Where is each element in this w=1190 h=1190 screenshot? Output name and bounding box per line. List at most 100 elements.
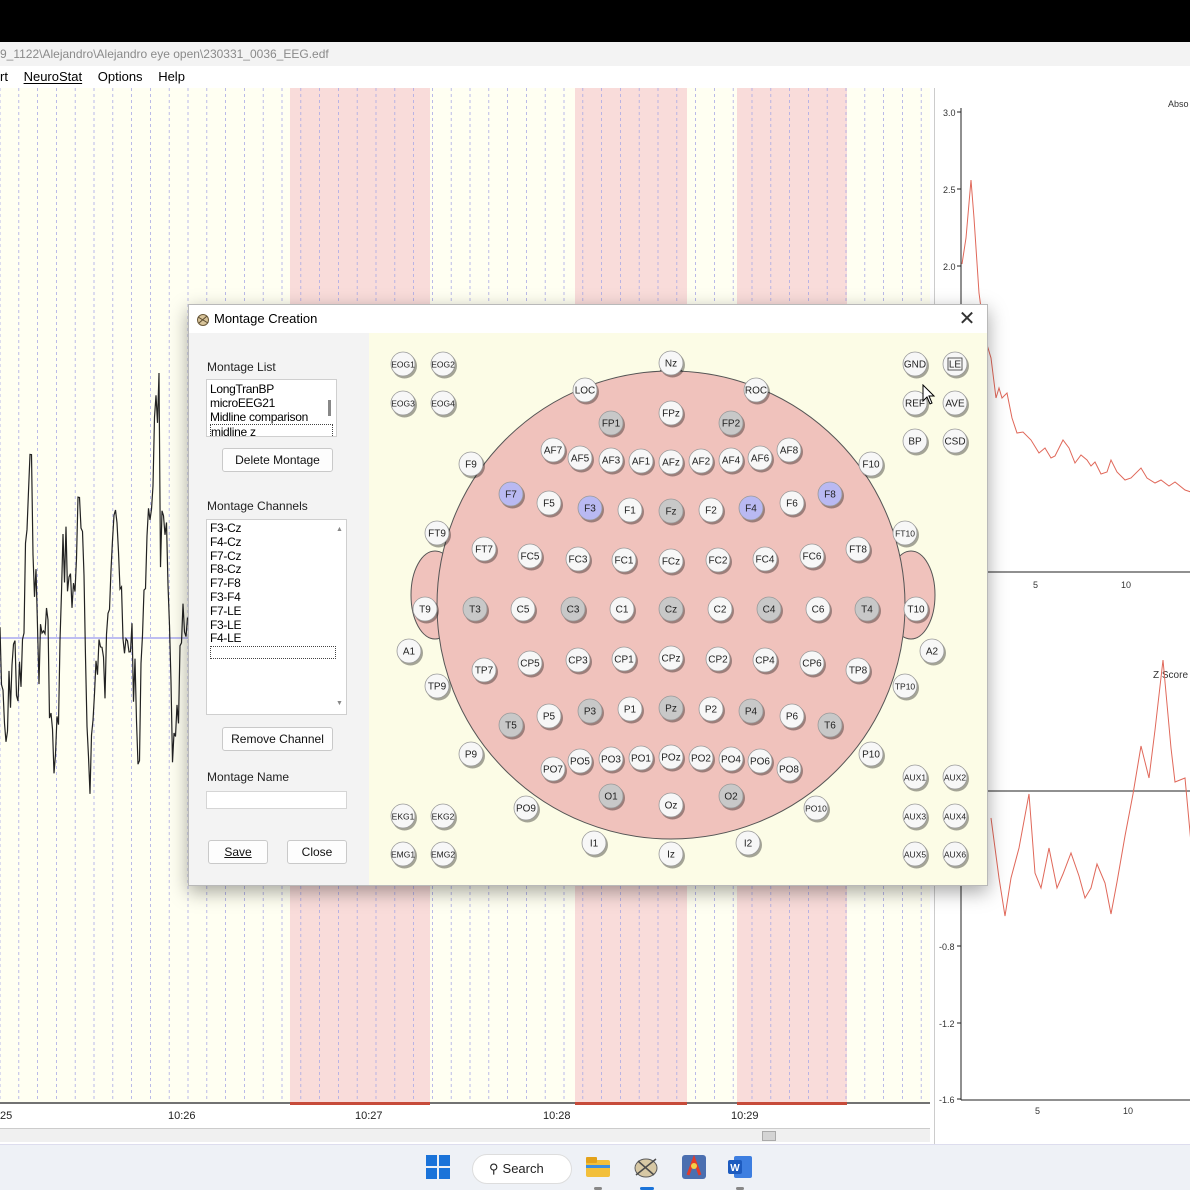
electrode-tp10[interactable]: TP10	[892, 673, 919, 701]
electrode-label: CSD	[944, 437, 965, 448]
search-icon: ⚲	[489, 1161, 499, 1176]
channel-list-item[interactable]: F3-LE	[210, 618, 343, 633]
channels-scrollbar[interactable]: ▲ ▼	[334, 520, 346, 714]
electrode-iz[interactable]: Iz	[658, 841, 685, 869]
montage-list-scrollbar[interactable]	[324, 380, 336, 436]
montage-creation-dialog: Montage Creation ✕ Montage List LongTran…	[188, 304, 988, 886]
montage-list-item-selected[interactable]: midline z	[210, 424, 333, 436]
bottom-ytick-2: -1.6	[939, 1095, 955, 1105]
top-plot-title: Abso	[1168, 99, 1189, 109]
bottom-plot-title: Z Score	[1153, 670, 1188, 681]
app-icon[interactable]	[680, 1153, 708, 1181]
electrode-emg1[interactable]: EMG1	[390, 841, 417, 869]
close-button[interactable]: Close	[287, 840, 347, 864]
menubar: rt NeuroStat Options Help	[0, 66, 1190, 88]
montage-channels-list[interactable]: F3-Cz F4-Cz F7-Cz F8-Cz F7-F8 F3-F4 F7-L…	[206, 519, 347, 715]
montage-list-item[interactable]: LongTranBP	[210, 382, 333, 396]
electrode-ekg2[interactable]: EKG2	[430, 803, 457, 831]
electrode-aux3[interactable]: AUX3	[902, 803, 929, 831]
electrode-le[interactable]: LE	[942, 351, 969, 379]
electrode-label: PO7	[543, 765, 563, 776]
electrode-label: AUX5	[904, 850, 926, 860]
electrode-i1[interactable]: I1	[581, 830, 608, 858]
electrode-gnd[interactable]: GND	[902, 351, 929, 379]
electrode-po10[interactable]: PO10	[803, 795, 830, 823]
channel-list-item[interactable]: F4-LE	[210, 632, 343, 646]
electrode-label: I2	[744, 839, 753, 850]
electrode-label: CP3	[568, 656, 588, 667]
electrode-ekg1[interactable]: EKG1	[390, 803, 417, 831]
montage-name-label: Montage Name	[207, 770, 290, 784]
electrode-tp9[interactable]: TP9	[424, 673, 451, 701]
word-icon[interactable]: W	[726, 1153, 754, 1181]
montage-controls-panel: Montage List LongTranBP microEEG21 Midli…	[189, 333, 369, 885]
electrode-ave[interactable]: AVE	[942, 390, 969, 418]
electrode-eog1[interactable]: EOG1	[390, 351, 417, 379]
electrode-label: FT9	[428, 529, 446, 540]
channel-list-item[interactable]: F7-LE	[210, 604, 343, 619]
dialog-titlebar[interactable]: Montage Creation ✕	[189, 305, 987, 333]
electrode-aux6[interactable]: AUX6	[942, 841, 969, 869]
menu-item-help[interactable]: Help	[158, 66, 185, 88]
electrode-i2[interactable]: I2	[735, 830, 762, 858]
channel-list-item[interactable]: F7-Cz	[210, 549, 343, 564]
menu-item-neurostat[interactable]: NeuroStat	[24, 66, 83, 88]
electrode-eog2[interactable]: EOG2	[430, 351, 457, 379]
montage-list[interactable]: LongTranBP microEEG21 Midline comparison…	[206, 379, 337, 437]
electrode-label: T10	[907, 605, 925, 616]
channel-list-item[interactable]: F3-F4	[210, 590, 343, 605]
windows-start-icon[interactable]	[424, 1153, 452, 1181]
montage-list-item[interactable]: microEEG21	[210, 396, 333, 410]
top-ytick-1: 2.5	[943, 185, 956, 195]
remove-channel-button[interactable]: Remove Channel	[222, 727, 333, 751]
menu-item-options[interactable]: Options	[98, 66, 143, 88]
electrode-aux2[interactable]: AUX2	[942, 764, 969, 792]
channel-list-item[interactable]: F8-Cz	[210, 563, 343, 577]
delete-montage-button[interactable]: Delete Montage	[222, 448, 333, 472]
electrode-bp[interactable]: BP	[902, 428, 929, 456]
electrode-a1[interactable]: A1	[396, 638, 423, 666]
channel-list-item[interactable]: F4-Cz	[210, 535, 343, 550]
electrode-aux5[interactable]: AUX5	[902, 841, 929, 869]
bottom-xtick-1: 10	[1123, 1106, 1133, 1116]
electrode-label: FT7	[475, 545, 493, 556]
montage-list-item[interactable]: Midline comparison	[210, 410, 333, 424]
electrode-eog4[interactable]: EOG4	[430, 390, 457, 418]
channel-list-item[interactable]: F3-Cz	[210, 521, 343, 536]
electrode-label: F1	[624, 506, 636, 517]
electrode-label: TP10	[895, 682, 916, 692]
close-icon[interactable]: ✕	[955, 307, 979, 331]
montage-name-input[interactable]	[206, 791, 347, 809]
channel-list-item[interactable]: F7-F8	[210, 576, 343, 591]
file-explorer-icon[interactable]	[584, 1153, 612, 1181]
electrode-label: FPz	[662, 409, 680, 420]
electrode-label: C2	[714, 605, 727, 616]
electrode-aux1[interactable]: AUX1	[902, 764, 929, 792]
electrode-emg2[interactable]: EMG2	[430, 841, 457, 869]
electrode-ft9[interactable]: FT9	[424, 520, 451, 548]
electrode-label: FC5	[521, 552, 540, 563]
electrode-label: EKG2	[432, 812, 455, 822]
electrode-label: F5	[543, 499, 555, 510]
electrode-label: P6	[786, 712, 799, 723]
dialog-title: Montage Creation	[214, 311, 318, 326]
electrode-f9[interactable]: F9	[458, 451, 485, 479]
electrode-label: FT8	[849, 545, 867, 556]
scrollbar-thumb[interactable]	[762, 1131, 776, 1141]
neuroguide-app-icon[interactable]	[632, 1153, 660, 1181]
electrode-a2[interactable]: A2	[919, 638, 946, 666]
electrode-p9[interactable]: P9	[458, 741, 485, 769]
electrode-label: T5	[505, 721, 517, 732]
channel-list-empty-selection[interactable]	[210, 646, 336, 660]
electrode-eog3[interactable]: EOG3	[390, 390, 417, 418]
taskbar-search[interactable]: ⚲ Search	[472, 1154, 572, 1184]
electrode-po9[interactable]: PO9	[513, 795, 540, 823]
electrode-aux4[interactable]: AUX4	[942, 803, 969, 831]
menu-item-report[interactable]: rt	[0, 66, 8, 88]
save-button[interactable]: Save	[208, 840, 268, 864]
electrode-label: FC1	[615, 556, 634, 567]
horizontal-scrollbar[interactable]	[0, 1128, 930, 1142]
electrode-csd[interactable]: CSD	[942, 428, 969, 456]
electrode-label: Iz	[667, 850, 675, 861]
electrode-p10[interactable]: P10	[858, 741, 885, 769]
